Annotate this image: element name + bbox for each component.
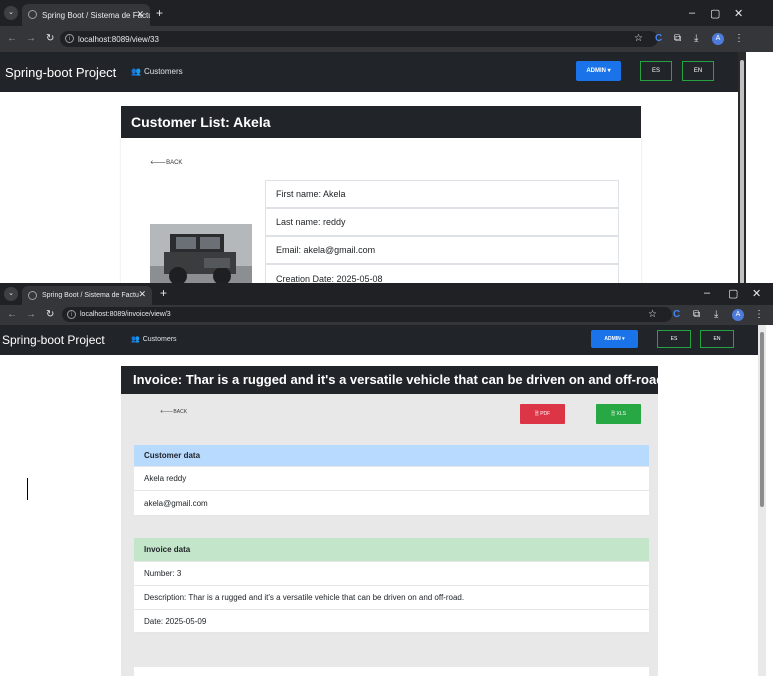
tab-title: Spring Boot / Sistema de Factu xyxy=(42,10,150,20)
users-icon: 👥 xyxy=(131,67,141,76)
minimize-icon[interactable]: – xyxy=(689,7,695,19)
forward-arrow-icon[interactable]: → xyxy=(26,33,36,44)
menu-dots-icon[interactable]: ⋮ xyxy=(754,309,764,320)
reload-icon[interactable]: ↻ xyxy=(46,33,54,44)
invoice-number: Number: 3 xyxy=(134,562,649,586)
maximize-icon[interactable]: ▢ xyxy=(728,287,738,300)
app-navbar: Spring-boot Project 👥 Customers ADMIN ▾ … xyxy=(0,52,738,92)
items-table-top xyxy=(134,667,649,676)
extension-c-icon[interactable]: C xyxy=(655,33,662,44)
car-photo xyxy=(150,224,252,286)
close-icon[interactable]: ✕ xyxy=(136,9,144,20)
browser-tab-active[interactable]: Spring Boot / Sistema de Factu ✕ xyxy=(22,286,152,305)
close-window-icon[interactable]: ✕ xyxy=(734,7,743,20)
back-arrow-icon[interactable]: ← xyxy=(7,309,17,320)
users-icon: 👥 xyxy=(131,336,140,343)
detail-first-name: First name: Akela xyxy=(265,180,619,208)
reload-icon[interactable]: ↻ xyxy=(46,309,54,320)
bookmark-star-icon[interactable]: ☆ xyxy=(634,33,643,44)
back-label: BACK xyxy=(173,409,188,415)
pdf-label: PDF xyxy=(540,411,551,417)
extensions-icon[interactable]: ⧉ xyxy=(674,33,681,44)
app-navbar: Spring-boot Project 👥 Customers ADMIN ▾ … xyxy=(0,325,758,355)
back-arrow-icon[interactable]: ← xyxy=(7,33,17,44)
lang-es-button[interactable]: ES xyxy=(640,61,672,81)
pdf-button[interactable]: 🗎 PDF xyxy=(520,404,565,424)
page-title: Customer List: Akela xyxy=(121,106,641,138)
xls-button[interactable]: 🗎 XLS xyxy=(596,404,641,424)
tab-search-icon[interactable]: ⌄ xyxy=(4,287,18,301)
lang-en-button[interactable]: EN xyxy=(682,61,714,81)
menu-dots-icon[interactable]: ⋮ xyxy=(734,33,744,44)
url-text: localhost:8089/invoice/view/3 xyxy=(80,311,171,318)
brand-link[interactable]: Spring-boot Project xyxy=(2,333,105,347)
site-info-icon[interactable]: i xyxy=(65,34,74,43)
scrollbar-thumb[interactable] xyxy=(740,60,744,285)
customer-data-header: Customer data xyxy=(134,445,649,467)
nav-customers[interactable]: 👥 Customers xyxy=(131,67,183,76)
nav-customers-label: Customers xyxy=(142,335,177,343)
back-label: BACK xyxy=(166,160,183,166)
browser-toolbar: ← → ↻ i localhost:8089/invoice/view/3 ☆ … xyxy=(0,305,773,325)
download-icon[interactable]: ⤓ xyxy=(714,309,718,320)
extension-c-icon[interactable]: C xyxy=(673,309,680,320)
detail-last-name: Last name: reddy xyxy=(265,208,619,236)
page-title: Invoice: Thar is a rugged and it's a ver… xyxy=(121,366,658,394)
minimize-icon[interactable]: – xyxy=(704,287,710,299)
browser-tab-bar: ⌄ Spring Boot / Sistema de Factu ✕ + – ▢… xyxy=(0,283,773,305)
browser-toolbar: ← → ↻ i localhost:8089/view/33 ☆ C ⧉ ⤓ A… xyxy=(0,26,773,52)
admin-label: ADMIN xyxy=(586,68,606,74)
admin-dropdown-button[interactable]: ADMIN ▾ xyxy=(591,330,638,348)
customer-name: Akela reddy xyxy=(134,467,649,491)
brand-link[interactable]: Spring-boot Project xyxy=(5,65,116,80)
site-info-icon[interactable]: i xyxy=(67,310,76,319)
invoice-date: Date: 2025-05-09 xyxy=(134,610,649,633)
close-window-icon[interactable]: ✕ xyxy=(752,287,761,300)
invoice-description: Description: Thar is a rugged and it's a… xyxy=(134,586,649,610)
address-bar[interactable]: i localhost:8089/view/33 xyxy=(60,31,658,47)
extensions-icon[interactable]: ⧉ xyxy=(693,309,700,320)
admin-dropdown-button[interactable]: ADMIN ▾ xyxy=(576,61,621,81)
nav-customers-label: Customers xyxy=(143,67,183,76)
profile-avatar[interactable]: A xyxy=(712,33,724,45)
new-tab-icon[interactable]: + xyxy=(156,6,163,20)
tab-title: Spring Boot / Sistema de Factu xyxy=(42,292,139,299)
address-bar[interactable]: i localhost:8089/invoice/view/3 xyxy=(62,307,672,322)
invoice-data-header: Invoice data xyxy=(134,538,649,562)
scrollbar-thumb[interactable] xyxy=(760,332,764,507)
nav-customers[interactable]: 👥 Customers xyxy=(131,335,177,344)
bookmark-star-icon[interactable]: ☆ xyxy=(648,309,657,320)
lang-es-button[interactable]: ES xyxy=(657,330,691,348)
new-tab-icon[interactable]: + xyxy=(160,286,167,300)
browser-tab-active[interactable]: Spring Boot / Sistema de Factu ✕ xyxy=(22,4,150,26)
invoice-card xyxy=(121,394,658,676)
globe-icon xyxy=(28,10,37,19)
customer-email: akela@gmail.com xyxy=(134,491,649,516)
profile-avatar[interactable]: A xyxy=(732,309,744,321)
globe-icon xyxy=(28,291,37,300)
close-icon[interactable]: ✕ xyxy=(138,289,146,300)
lang-en-button[interactable]: EN xyxy=(700,330,734,348)
detail-email: Email: akela@gmail.com xyxy=(265,236,619,264)
tab-search-icon[interactable]: ⌄ xyxy=(4,6,18,20)
back-link[interactable]: 🡐BACK xyxy=(160,409,187,415)
forward-arrow-icon[interactable]: → xyxy=(26,309,36,320)
admin-label: ADMIN xyxy=(604,336,621,342)
download-icon[interactable]: ⤓ xyxy=(694,33,698,44)
browser-tab-bar: ⌄ Spring Boot / Sistema de Factu ✕ + – ▢… xyxy=(0,0,773,26)
maximize-icon[interactable]: ▢ xyxy=(710,7,720,20)
xls-label: XLS xyxy=(616,411,626,417)
url-text: localhost:8089/view/33 xyxy=(78,34,159,44)
back-link[interactable]: 🡐BACK xyxy=(150,159,182,166)
text-cursor xyxy=(27,478,28,500)
